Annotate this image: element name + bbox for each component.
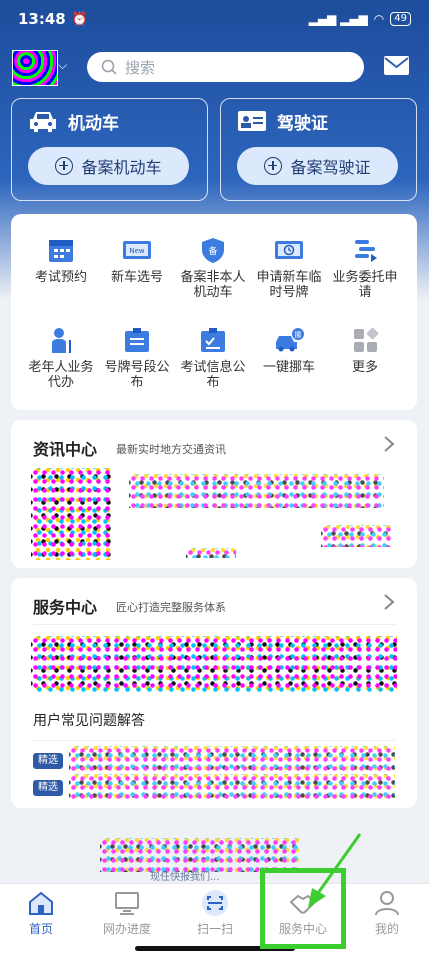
svg-text:备: 备 [208,245,217,257]
news-title: 资讯中心 [33,440,98,459]
footer-banner [100,838,300,872]
service-label: 更多 [351,360,378,375]
plate-segment-icon [125,328,149,352]
exam-info-icon [201,328,225,352]
service-delegation[interactable]: 业务委托申请 [327,236,403,300]
service-exam-booking[interactable]: 考试预约 [23,236,99,285]
divider [33,624,395,625]
news-subtitle: 最新实时地方交通资讯 [116,443,226,456]
service-label: 考试预约 [34,270,87,285]
more-icon [354,327,379,352]
chevron-right-icon[interactable] [383,436,395,452]
filing-shield-icon: 备 [202,238,224,263]
service-label: 老年人业务代办 [28,360,94,390]
service-banner-image[interactable] [31,636,397,692]
arrow-icon [308,833,362,908]
search-placeholder: 搜索 [125,58,156,77]
service-exam-info[interactable]: 考试信息公布 [175,326,251,390]
featured-tag: 精选 [33,753,63,769]
svg-text:New: New [129,247,145,255]
nav-home[interactable]: 首页 [6,890,76,937]
service-label: 新车选号 [110,270,163,285]
nav-progress[interactable]: 网办进度 [92,890,162,937]
faq-item-text[interactable] [69,774,395,800]
plus-icon [55,157,74,175]
delegate-icon [355,240,377,262]
temp-plate-icon [275,241,303,259]
battery-icon: 49 [390,12,411,26]
license-card: 驾驶证 备案驾驶证 [220,98,417,201]
service-label: 一键挪车 [262,360,315,375]
elderly-icon [52,328,71,353]
search-icon [101,59,117,75]
chevron-right-icon[interactable] [383,594,395,610]
status-time: 13:48 [18,10,66,28]
register-vehicle-label: 备案机动车 [81,158,162,177]
register-license-button[interactable]: 备案驾驶证 [237,147,398,185]
news-dots [186,548,236,558]
status-indicators: ▂▄▆ ▂▄▆ ◠ 49 [309,12,411,26]
service-label: 考试信息公布 [180,360,246,390]
nav-label: 首页 [28,922,53,936]
register-license-label: 备案驾驶证 [290,158,371,177]
car-icon [30,112,56,132]
scan-icon [202,890,228,916]
service-center-title: 服务中心 [33,598,98,617]
service-more[interactable]: 更多 [327,326,403,375]
calendar-icon [49,240,73,262]
nav-label: 扫一扫 [196,922,233,936]
service-label: 备案非本人机动车 [180,270,246,300]
faq-title[interactable]: 用户常见问题解答 [33,710,145,730]
service-grid: 考试预约 New 新车选号 备 备案非本人机动车 申请新车临时号牌 业务委托申请 [11,214,417,410]
service-elderly[interactable]: 老年人业务代办 [23,326,99,390]
nav-label: 网办进度 [102,922,151,936]
featured-tag: 精选 [33,780,63,796]
nav-label: 我的 [374,922,399,936]
register-vehicle-button[interactable]: 备案机动车 [28,147,189,185]
service-filing-others[interactable]: 备 备案非本人机动车 [175,236,251,300]
home-icon [29,891,53,915]
mail-icon[interactable] [384,56,409,75]
news-meta-image [321,525,391,547]
signal-icon: ▂▄▆ ▂▄▆ [308,12,368,26]
service-new-plate[interactable]: New 新车选号 [99,236,175,285]
service-move-car[interactable]: 挪 一键挪车 [251,326,327,375]
user-icon [375,891,399,916]
license-card-title: 驾驶证 [277,114,328,134]
avatar[interactable] [12,50,58,86]
search-bar[interactable]: 搜索 [87,52,364,82]
nav-scan[interactable]: 扫一扫 [180,890,250,937]
news-panel[interactable]: 资讯中心 最新实时地方交通资讯 [11,420,417,568]
news-headline-image[interactable] [129,474,384,508]
divider [33,740,395,741]
vehicle-card-title: 机动车 [68,114,119,134]
service-label: 号牌号段公布 [104,360,170,390]
service-center-panel[interactable]: 服务中心 匠心打造完整服务体系 用户常见问题解答 精选 精选 [11,578,417,808]
service-center-subtitle: 匠心打造完整服务体系 [116,601,226,614]
news-image[interactable] [31,468,111,560]
footer-text: 现任快报我们... [150,872,220,883]
service-label: 业务委托申请 [332,270,398,300]
faq-item-text[interactable] [69,746,395,772]
svg-text:挪: 挪 [295,330,302,339]
vehicle-card: 机动车 备案机动车 [11,98,208,201]
alarm-icon: ⏰ [71,11,88,27]
new-plate-icon: New [123,241,151,259]
id-card-icon [238,111,266,131]
status-bar: 13:48 ⏰ ▂▄▆ ▂▄▆ ◠ 49 [0,0,429,38]
wifi-icon: ◠ [373,12,385,26]
chevron-down-icon[interactable]: ⌵ [58,58,67,73]
monitor-icon [115,892,139,915]
service-plate-segment[interactable]: 号牌号段公布 [99,326,175,390]
service-label: 申请新车临时号牌 [256,270,322,300]
service-temp-plate[interactable]: 申请新车临时号牌 [251,236,327,300]
move-car-icon: 挪 [276,328,304,352]
plus-icon [264,157,283,175]
